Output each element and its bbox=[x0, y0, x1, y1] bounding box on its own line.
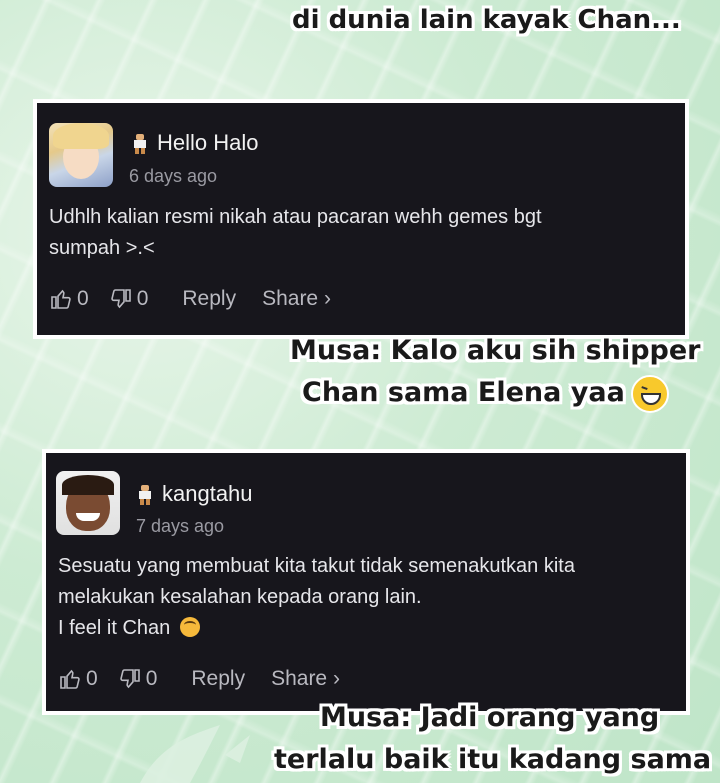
reply-label: Reply bbox=[191, 667, 246, 690]
comment-text-line: Udhlh kalian resmi nikah atau pacaran we… bbox=[49, 206, 542, 228]
dislike-button[interactable]: 0 bbox=[118, 667, 158, 691]
rank-badge-icon bbox=[138, 485, 152, 506]
dislike-count: 0 bbox=[136, 287, 149, 310]
username-row[interactable]: Hello Halo bbox=[133, 130, 259, 156]
dislike-count: 0 bbox=[145, 667, 158, 690]
share-button[interactable]: Share › bbox=[271, 667, 340, 691]
grin-emoji-icon bbox=[630, 374, 669, 413]
thumbs-up-icon bbox=[51, 289, 71, 309]
avatar[interactable] bbox=[56, 471, 120, 535]
caption-bottom: Musa: Jadi orang yang terlalu baik itu k… bbox=[270, 697, 712, 781]
timestamp: 7 days ago bbox=[136, 516, 225, 536]
upside-down-emoji-icon bbox=[179, 617, 200, 637]
comment-text: Udhlh kalian resmi nikah atau pacaran we… bbox=[49, 202, 542, 264]
like-count: 0 bbox=[77, 287, 89, 310]
caption-line: Musa: Kalo aku sih shipper bbox=[290, 335, 701, 366]
share-button[interactable]: Share › bbox=[262, 287, 331, 311]
like-button[interactable]: 0 bbox=[49, 287, 89, 311]
comment-actions: 0 0 Reply Share › bbox=[49, 287, 351, 311]
comment-card-2: kangtahu 7 days ago Sesuatu yang membuat… bbox=[42, 449, 690, 715]
share-label: Share › bbox=[262, 287, 331, 310]
reply-label: Reply bbox=[182, 287, 237, 310]
rank-badge-icon bbox=[133, 134, 147, 155]
caption-middle: Musa: Kalo aku sih shipper Chan sama Ele… bbox=[290, 330, 701, 414]
reply-button[interactable]: Reply bbox=[191, 667, 245, 691]
comment-text-line: melakukan kesalahan kepada orang lain. bbox=[58, 586, 422, 608]
share-label: Share › bbox=[271, 667, 340, 690]
username-row[interactable]: kangtahu bbox=[138, 481, 253, 507]
like-count: 0 bbox=[86, 667, 98, 690]
thumbs-down-icon bbox=[110, 289, 131, 309]
comment-card-1: Hello Halo 6 days ago Udhlh kalian resmi… bbox=[33, 99, 689, 339]
thumbs-down-icon bbox=[119, 669, 140, 689]
like-button[interactable]: 0 bbox=[58, 667, 98, 691]
caption-top: di dunia lain kayak Chan... bbox=[292, 5, 681, 35]
comment-actions: 0 0 Reply Share › bbox=[58, 667, 360, 691]
comment-text-line: sumpah >.< bbox=[49, 237, 155, 259]
caption-line: Chan sama Elena yaa bbox=[290, 372, 670, 414]
decorative-leaf-shape bbox=[140, 725, 250, 783]
comment-text-line: I feel it Chan bbox=[58, 613, 575, 644]
dislike-button[interactable]: 0 bbox=[109, 287, 149, 311]
reply-button[interactable]: Reply bbox=[182, 287, 236, 311]
comment-text: Sesuatu yang membuat kita takut tidak se… bbox=[58, 551, 575, 644]
comment-text-line: Sesuatu yang membuat kita takut tidak se… bbox=[58, 555, 575, 577]
avatar[interactable] bbox=[49, 123, 113, 187]
username: Hello Halo bbox=[157, 130, 259, 155]
timestamp: 6 days ago bbox=[129, 166, 218, 186]
caption-line: terlalu baik itu kadang sama bbox=[274, 744, 712, 775]
caption-line: Musa: Jadi orang yang bbox=[320, 702, 660, 733]
username: kangtahu bbox=[162, 481, 253, 506]
thumbs-up-icon bbox=[60, 669, 80, 689]
